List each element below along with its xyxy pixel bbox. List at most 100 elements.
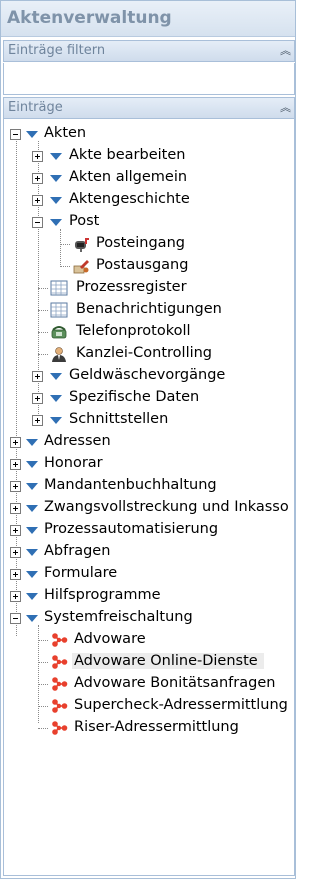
- tree-node-label: Advoware Online-Dienste: [72, 653, 264, 669]
- tree-node-label: Akten: [44, 125, 87, 141]
- collapse-toggle[interactable]: [32, 217, 43, 228]
- tree-node-label: Geldwäschevorgänge: [69, 367, 226, 383]
- tree-node-label: Prozessregister: [76, 279, 187, 295]
- folder-arrow-icon: [50, 197, 62, 204]
- tree-node-adressen[interactable]: Adressen: [4, 431, 294, 453]
- entries-tree: Akten Akte bearbeiten Akten allgemein Ak…: [3, 119, 295, 876]
- tree-node-advoware-online-dienste[interactable]: Advoware Online-Dienste: [4, 651, 294, 673]
- tree-node-label: Prozessautomatisierung: [44, 521, 219, 537]
- folder-arrow-icon: [26, 483, 38, 490]
- network-nodes-icon: [52, 677, 68, 691]
- tree-node-label: Hilfsprogramme: [44, 587, 161, 603]
- expand-toggle[interactable]: [10, 569, 21, 580]
- tree-node-mandantenbuchhaltung[interactable]: Mandantenbuchhaltung: [4, 475, 294, 497]
- collapse-chevron-icon[interactable]: ︽: [280, 42, 291, 58]
- expand-toggle[interactable]: [32, 371, 43, 382]
- tree-node-label: Kanzlei-Controlling: [76, 345, 213, 361]
- tree-node-riser[interactable]: Riser-Adressermittlung: [4, 717, 294, 739]
- network-nodes-icon: [52, 721, 68, 735]
- expand-toggle[interactable]: [10, 547, 21, 558]
- collapse-chevron-icon[interactable]: ︽: [280, 99, 291, 115]
- tree-node-spezifische-daten[interactable]: Spezifische Daten: [4, 387, 294, 409]
- tree-node-label: Supercheck-Adressermittlung: [74, 697, 288, 713]
- folder-arrow-icon: [50, 175, 62, 182]
- tree-node-label: Akten allgemein: [69, 169, 188, 185]
- collapse-toggle[interactable]: [10, 613, 21, 624]
- tree-node-abfragen[interactable]: Abfragen: [4, 541, 294, 563]
- tree-node-label: Telefonprotokoll: [76, 323, 191, 339]
- expand-toggle[interactable]: [10, 437, 21, 448]
- tree-node-zwangsvollstreckung[interactable]: Zwangsvollstreckung und Inkasso: [4, 497, 294, 519]
- folder-arrow-icon: [26, 549, 38, 556]
- folder-arrow-icon: [26, 571, 38, 578]
- folder-arrow-icon: [26, 439, 38, 446]
- tree-node-supercheck[interactable]: Supercheck-Adressermittlung: [4, 695, 294, 717]
- tree-node-bonitaetsanfragen[interactable]: Advoware Bonitätsanfragen: [4, 673, 294, 695]
- expand-toggle[interactable]: [10, 459, 21, 470]
- expand-toggle[interactable]: [32, 393, 43, 404]
- folder-arrow-icon: [50, 219, 62, 226]
- tree-node-posteingang[interactable]: Posteingang: [4, 233, 294, 255]
- expand-toggle[interactable]: [32, 173, 43, 184]
- entries-panel-header[interactable]: Einträge ︽: [3, 97, 295, 119]
- tree-node-akten-allgemein[interactable]: Akten allgemein: [4, 167, 294, 189]
- expand-toggle[interactable]: [10, 591, 21, 602]
- tree-node-label: Post: [69, 213, 100, 229]
- tree-node-label: Akte bearbeiten: [69, 147, 186, 163]
- tree-node-prozessregister[interactable]: Prozessregister: [4, 277, 294, 299]
- tree-node-hilfsprogramme[interactable]: Hilfsprogramme: [4, 585, 294, 607]
- folder-arrow-icon: [50, 417, 62, 424]
- expand-toggle[interactable]: [32, 195, 43, 206]
- tree-node-systemfreischaltung[interactable]: Systemfreischaltung: [4, 607, 294, 629]
- aktenverwaltung-panel: Aktenverwaltung Einträge filtern ︽ Eintr…: [0, 0, 296, 879]
- tree-node-honorar[interactable]: Honorar: [4, 453, 294, 475]
- telephone-icon: [51, 326, 67, 339]
- tree-node-label: Systemfreischaltung: [44, 609, 193, 625]
- collapse-toggle[interactable]: [10, 129, 21, 140]
- tree-node-kanzlei-controlling[interactable]: Kanzlei-Controlling: [4, 343, 294, 365]
- tree-node-schnittstellen[interactable]: Schnittstellen: [4, 409, 294, 431]
- mailbox-icon: [75, 238, 89, 252]
- tree-node-label: Postausgang: [96, 257, 189, 273]
- tree-node-advoware[interactable]: Advoware: [4, 629, 294, 651]
- tree-node-label: Abfragen: [44, 543, 111, 559]
- table-grid-icon: [50, 302, 68, 318]
- folder-arrow-icon: [26, 461, 38, 468]
- expand-toggle[interactable]: [10, 525, 21, 536]
- tree-node-geldwaesche[interactable]: Geldwäschevorgänge: [4, 365, 294, 387]
- tree-node-post[interactable]: Post: [4, 211, 294, 233]
- tree-node-label: Zwangsvollstreckung und Inkasso: [44, 499, 289, 515]
- tree-node-benachrichtigungen[interactable]: Benachrichtigungen: [4, 299, 294, 321]
- tree-node-label: Benachrichtigungen: [76, 301, 222, 317]
- expand-toggle[interactable]: [10, 503, 21, 514]
- tree-node-label: Advoware: [74, 631, 146, 647]
- table-grid-icon: [50, 280, 68, 296]
- tree-node-prozessautomatisierung[interactable]: Prozessautomatisierung: [4, 519, 294, 541]
- network-nodes-icon: [52, 699, 68, 713]
- tree-node-label: Schnittstellen: [69, 411, 169, 427]
- tree-node-formulare[interactable]: Formulare: [4, 563, 294, 585]
- expand-toggle[interactable]: [32, 415, 43, 426]
- folder-arrow-icon: [50, 153, 62, 160]
- tree-node-telefonprotokoll[interactable]: Telefonprotokoll: [4, 321, 294, 343]
- tree-node-akte-bearbeiten[interactable]: Akte bearbeiten: [4, 145, 294, 167]
- filter-panel-header[interactable]: Einträge filtern ︽: [3, 40, 295, 62]
- tree-node-akten[interactable]: Akten: [4, 123, 294, 145]
- folder-arrow-icon: [50, 395, 62, 402]
- person-icon: [52, 347, 66, 362]
- tree-node-label: Honorar: [44, 455, 103, 471]
- folder-arrow-icon: [26, 615, 38, 622]
- tree-node-aktengeschichte[interactable]: Aktengeschichte: [4, 189, 294, 211]
- tree-node-label: Mandantenbuchhaltung: [44, 477, 217, 493]
- panel-title: Aktenverwaltung: [1, 1, 295, 37]
- folder-arrow-icon: [26, 505, 38, 512]
- expand-toggle[interactable]: [32, 151, 43, 162]
- filter-input-area[interactable]: [3, 63, 295, 95]
- tree-node-label: Posteingang: [96, 235, 185, 251]
- entries-panel-label: Einträge: [8, 100, 63, 115]
- tree-node-postausgang[interactable]: Postausgang: [4, 255, 294, 277]
- filter-panel-label: Einträge filtern: [8, 43, 106, 58]
- expand-toggle[interactable]: [10, 481, 21, 492]
- tree-node-label: Riser-Adressermittlung: [74, 719, 239, 735]
- tree-node-label: Adressen: [44, 433, 111, 449]
